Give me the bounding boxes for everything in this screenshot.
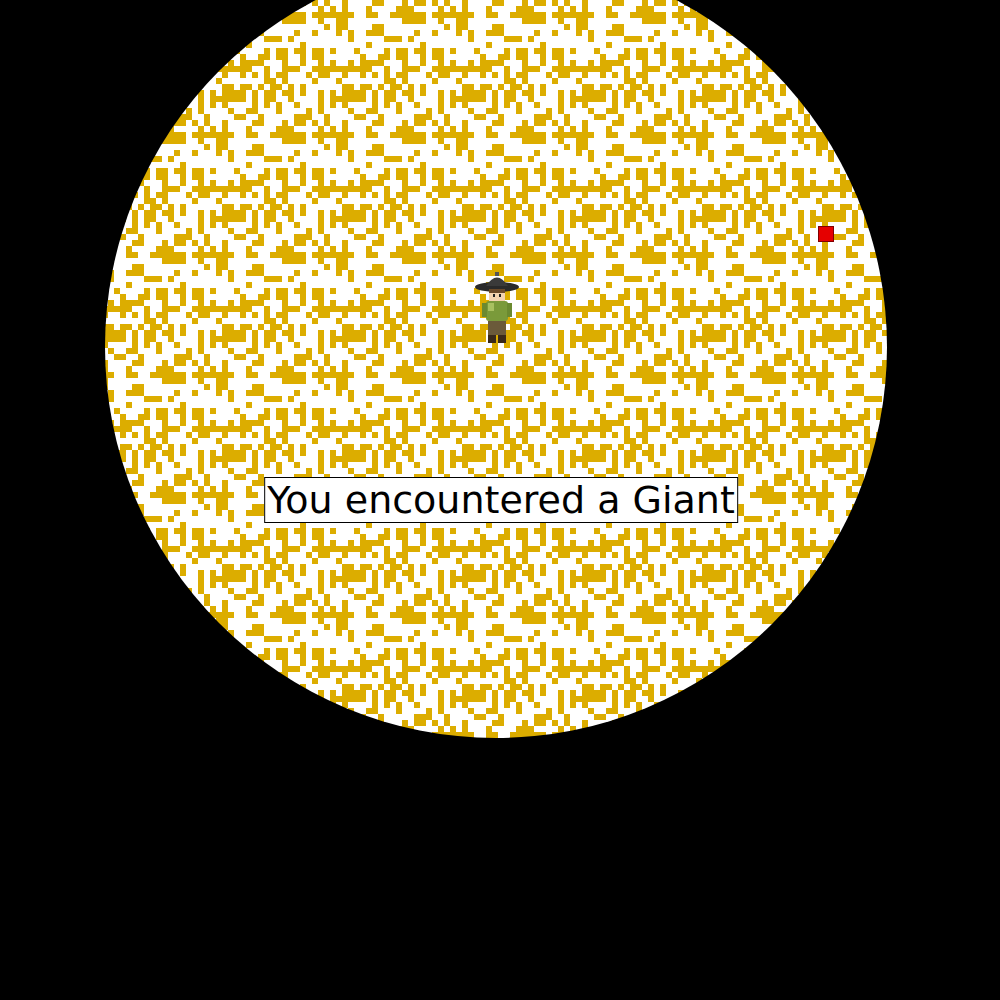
player-icon — [474, 271, 520, 347]
game-screen: You encountered a Giant — [0, 0, 1000, 1000]
enemy-marker — [818, 226, 834, 242]
encounter-message: You encountered a Giant — [264, 477, 738, 523]
